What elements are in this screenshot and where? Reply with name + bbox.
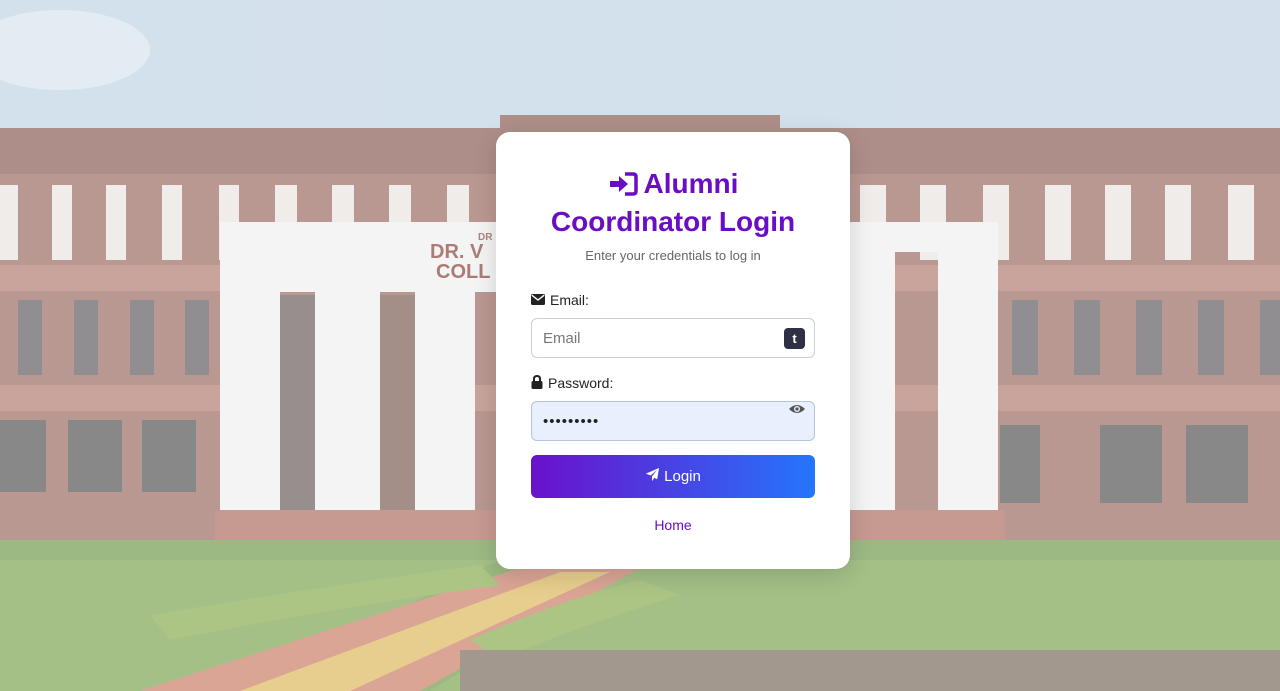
paper-plane-icon [645,467,660,486]
subtitle: Enter your credentials to log in [585,248,761,263]
email-label: Email: [531,291,815,309]
password-field[interactable] [532,402,784,440]
envelope-icon [531,292,545,308]
password-label: Password: [531,374,815,392]
login-button[interactable]: Login [531,455,815,498]
password-manager-extension-icon[interactable]: t [784,328,805,349]
sign-in-icon [608,169,638,204]
email-field[interactable] [532,319,784,357]
eye-icon[interactable] [788,402,806,414]
password-label-text: Password: [548,375,614,391]
title-text: Alumni Coordinator Login [550,168,796,237]
home-link[interactable]: Home [531,517,815,533]
password-field-wrapper [531,401,815,441]
email-field-wrapper: t [531,318,815,358]
page-title: Alumni Coordinator Login [531,166,815,239]
login-card: Alumni Coordinator Login Enter your cred… [496,132,850,569]
email-label-text: Email: [550,292,589,308]
login-button-label: Login [664,468,701,485]
lock-icon [531,374,543,392]
